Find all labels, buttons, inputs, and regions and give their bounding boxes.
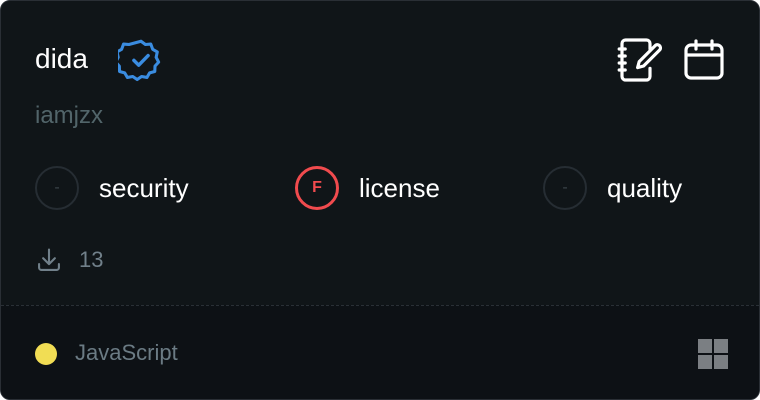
quality-score-indicator: -	[543, 166, 587, 210]
edit-notebook-icon[interactable]	[614, 36, 662, 84]
downloads: 13	[35, 244, 103, 276]
package-author[interactable]: iamjzx	[35, 99, 103, 133]
card-footer: JavaScript	[1, 305, 759, 399]
metric-security: - security	[35, 163, 189, 213]
download-count: 13	[79, 247, 104, 272]
security-score-indicator: -	[35, 166, 79, 210]
package-card[interactable]: dida iamjzx - security F license - quali…	[0, 0, 760, 400]
metric-label: security	[99, 172, 189, 203]
language-label: JavaScript	[75, 340, 178, 365]
metric-quality: - quality	[543, 163, 682, 213]
windows-icon	[698, 339, 728, 369]
download-icon	[38, 248, 60, 271]
language-color-dot	[35, 343, 57, 365]
metric-label: quality	[607, 172, 683, 203]
metric-license: F license	[295, 163, 440, 213]
metric-label: license	[359, 172, 440, 203]
package-name[interactable]: dida	[35, 39, 88, 79]
calendar-icon[interactable]	[680, 36, 728, 84]
verified-badge-icon	[118, 39, 161, 82]
license-score-indicator: F	[295, 166, 339, 210]
